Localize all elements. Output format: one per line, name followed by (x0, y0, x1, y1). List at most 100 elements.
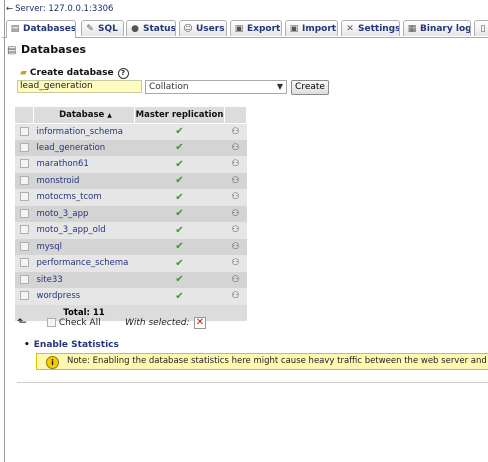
database-name-cell: marathon61 (33, 156, 135, 173)
server-breadcrumb[interactable]: ← Server: 127.0.0.1:3306 (6, 2, 113, 16)
tab-sql[interactable]: ✎ SQL (81, 20, 124, 36)
check-icon: ✔ (175, 274, 184, 286)
table-row: information_schema ✔ ⚇ (14, 123, 247, 140)
check-all[interactable]: Check All (47, 318, 101, 328)
check-privileges-icon[interactable]: ⚇ (231, 258, 239, 268)
page-title-text: Databases (21, 43, 87, 56)
check-privileges-icon[interactable]: ⚇ (231, 209, 239, 219)
row-checkbox-cell (14, 205, 34, 222)
chevron-down-icon: ▼ (276, 82, 283, 91)
privileges-cell: ⚇ (224, 222, 247, 239)
tab-import[interactable]: ▣ Import (285, 20, 338, 36)
database-name-cell: motocms_tcom (33, 189, 135, 206)
enable-statistics-link[interactable]: Enable Statistics (34, 340, 119, 350)
help-icon[interactable]: ? (117, 68, 129, 79)
sql-icon: ✎ (86, 24, 94, 34)
drop-icon[interactable]: ✕ (194, 317, 206, 329)
replication-cell: ✔ (134, 288, 225, 305)
row-checkbox[interactable] (19, 175, 29, 185)
database-link[interactable]: moto_3_app_old (37, 225, 106, 235)
database-name-cell: performance_schema (33, 255, 135, 272)
table-row: wordpress ✔ ⚇ (14, 288, 247, 305)
check-privileges-icon[interactable]: ⚇ (231, 291, 239, 301)
row-checkbox-cell (14, 271, 34, 288)
replication-cell: ✔ (134, 139, 225, 156)
row-checkbox[interactable] (19, 208, 29, 218)
table-row: marathon61 ✔ ⚇ (14, 156, 247, 173)
check-privileges-icon[interactable]: ⚇ (231, 127, 239, 137)
tab-label: Import (302, 24, 337, 34)
replication-cell: ✔ (134, 222, 225, 239)
header-actions (224, 106, 247, 124)
settings-icon: ✕ (346, 24, 354, 34)
tab-databases[interactable]: ▤ Databases (6, 20, 76, 38)
replication-cell: ✔ (134, 172, 225, 189)
privileges-cell: ⚇ (224, 189, 247, 206)
check-icon: ✔ (175, 208, 184, 220)
row-checkbox-cell (14, 255, 34, 272)
row-checkbox[interactable] (19, 225, 29, 235)
database-link[interactable]: marathon61 (37, 159, 89, 169)
row-checkbox[interactable] (19, 142, 29, 152)
row-checkbox-cell (14, 238, 34, 255)
more-tab-icon: ▯ (480, 24, 486, 34)
check-privileges-icon[interactable]: ⚇ (231, 225, 239, 235)
check-privileges-icon[interactable]: ⚇ (231, 176, 239, 186)
privileges-cell: ⚇ (224, 205, 247, 222)
check-privileges-icon[interactable]: ⚇ (231, 242, 239, 252)
check-icon: ✔ (175, 191, 184, 203)
database-name-input[interactable]: lead_generation (17, 80, 142, 93)
enable-statistics[interactable]: • Enable Statistics (24, 340, 119, 350)
check-all-checkbox[interactable] (47, 318, 56, 327)
header-database[interactable]: Database ▲ (33, 106, 135, 124)
status-icon: ● (131, 24, 139, 34)
tab-label: SQL (98, 24, 118, 34)
row-checkbox[interactable] (19, 274, 29, 284)
row-checkbox[interactable] (19, 192, 29, 202)
row-checkbox[interactable] (19, 126, 29, 136)
tab-binary-log[interactable]: ▦ Binary log (403, 20, 471, 36)
header-database-label[interactable]: Database (59, 110, 104, 120)
tab-label: Users (196, 24, 225, 34)
collation-select[interactable]: Collation ▼ (145, 80, 287, 94)
tab-settings[interactable]: ✕ Settings (341, 20, 400, 36)
header-checkbox-col (14, 106, 34, 124)
tab-label: Status (143, 24, 176, 34)
database-link[interactable]: motocms_tcom (37, 192, 102, 202)
row-checkbox-cell (14, 172, 34, 189)
row-checkbox[interactable] (19, 291, 29, 301)
database-link[interactable]: mysql (37, 242, 63, 252)
tab-label: Export (247, 24, 281, 34)
database-name-cell: monstroid (33, 172, 135, 189)
table-header-row: Database ▲ Master replication (14, 106, 247, 124)
database-link[interactable]: wordpress (37, 291, 81, 301)
tab-status[interactable]: ● Status (126, 20, 176, 36)
privileges-cell: ⚇ (224, 123, 247, 140)
database-link[interactable]: information_schema (37, 127, 124, 137)
check-all-label[interactable]: Check All (59, 318, 101, 328)
check-privileges-icon[interactable]: ⚇ (231, 159, 239, 169)
row-checkbox[interactable] (19, 241, 29, 251)
database-link[interactable]: monstroid (37, 176, 80, 186)
row-checkbox[interactable] (19, 258, 29, 268)
binary-log-icon: ▦ (407, 24, 417, 34)
check-privileges-icon[interactable]: ⚇ (231, 192, 239, 202)
database-link[interactable]: moto_3_app (37, 209, 89, 219)
arrow-up-left-icon: ⬑ (17, 315, 28, 329)
check-privileges-icon[interactable]: ⚇ (231, 275, 239, 285)
create-database-label: ▰ Create database? (20, 68, 129, 79)
tab-users[interactable]: ☺ Users (179, 20, 227, 36)
tab-label: Settings (358, 24, 400, 34)
create-button[interactable]: Create (291, 80, 329, 95)
row-checkbox-cell (14, 222, 34, 239)
tab-more[interactable]: ▯ (474, 20, 488, 36)
database-link[interactable]: site33 (37, 275, 63, 285)
tab-export[interactable]: ▣ Export (230, 20, 282, 36)
row-checkbox[interactable] (19, 159, 29, 169)
database-link[interactable]: lead_generation (37, 143, 106, 153)
table-row: moto_3_app ✔ ⚇ (14, 205, 247, 222)
database-link[interactable]: performance_schema (37, 258, 129, 268)
privileges-cell: ⚇ (224, 156, 247, 173)
server-label[interactable]: Server: 127.0.0.1:3306 (15, 4, 113, 14)
check-privileges-icon[interactable]: ⚇ (231, 143, 239, 153)
